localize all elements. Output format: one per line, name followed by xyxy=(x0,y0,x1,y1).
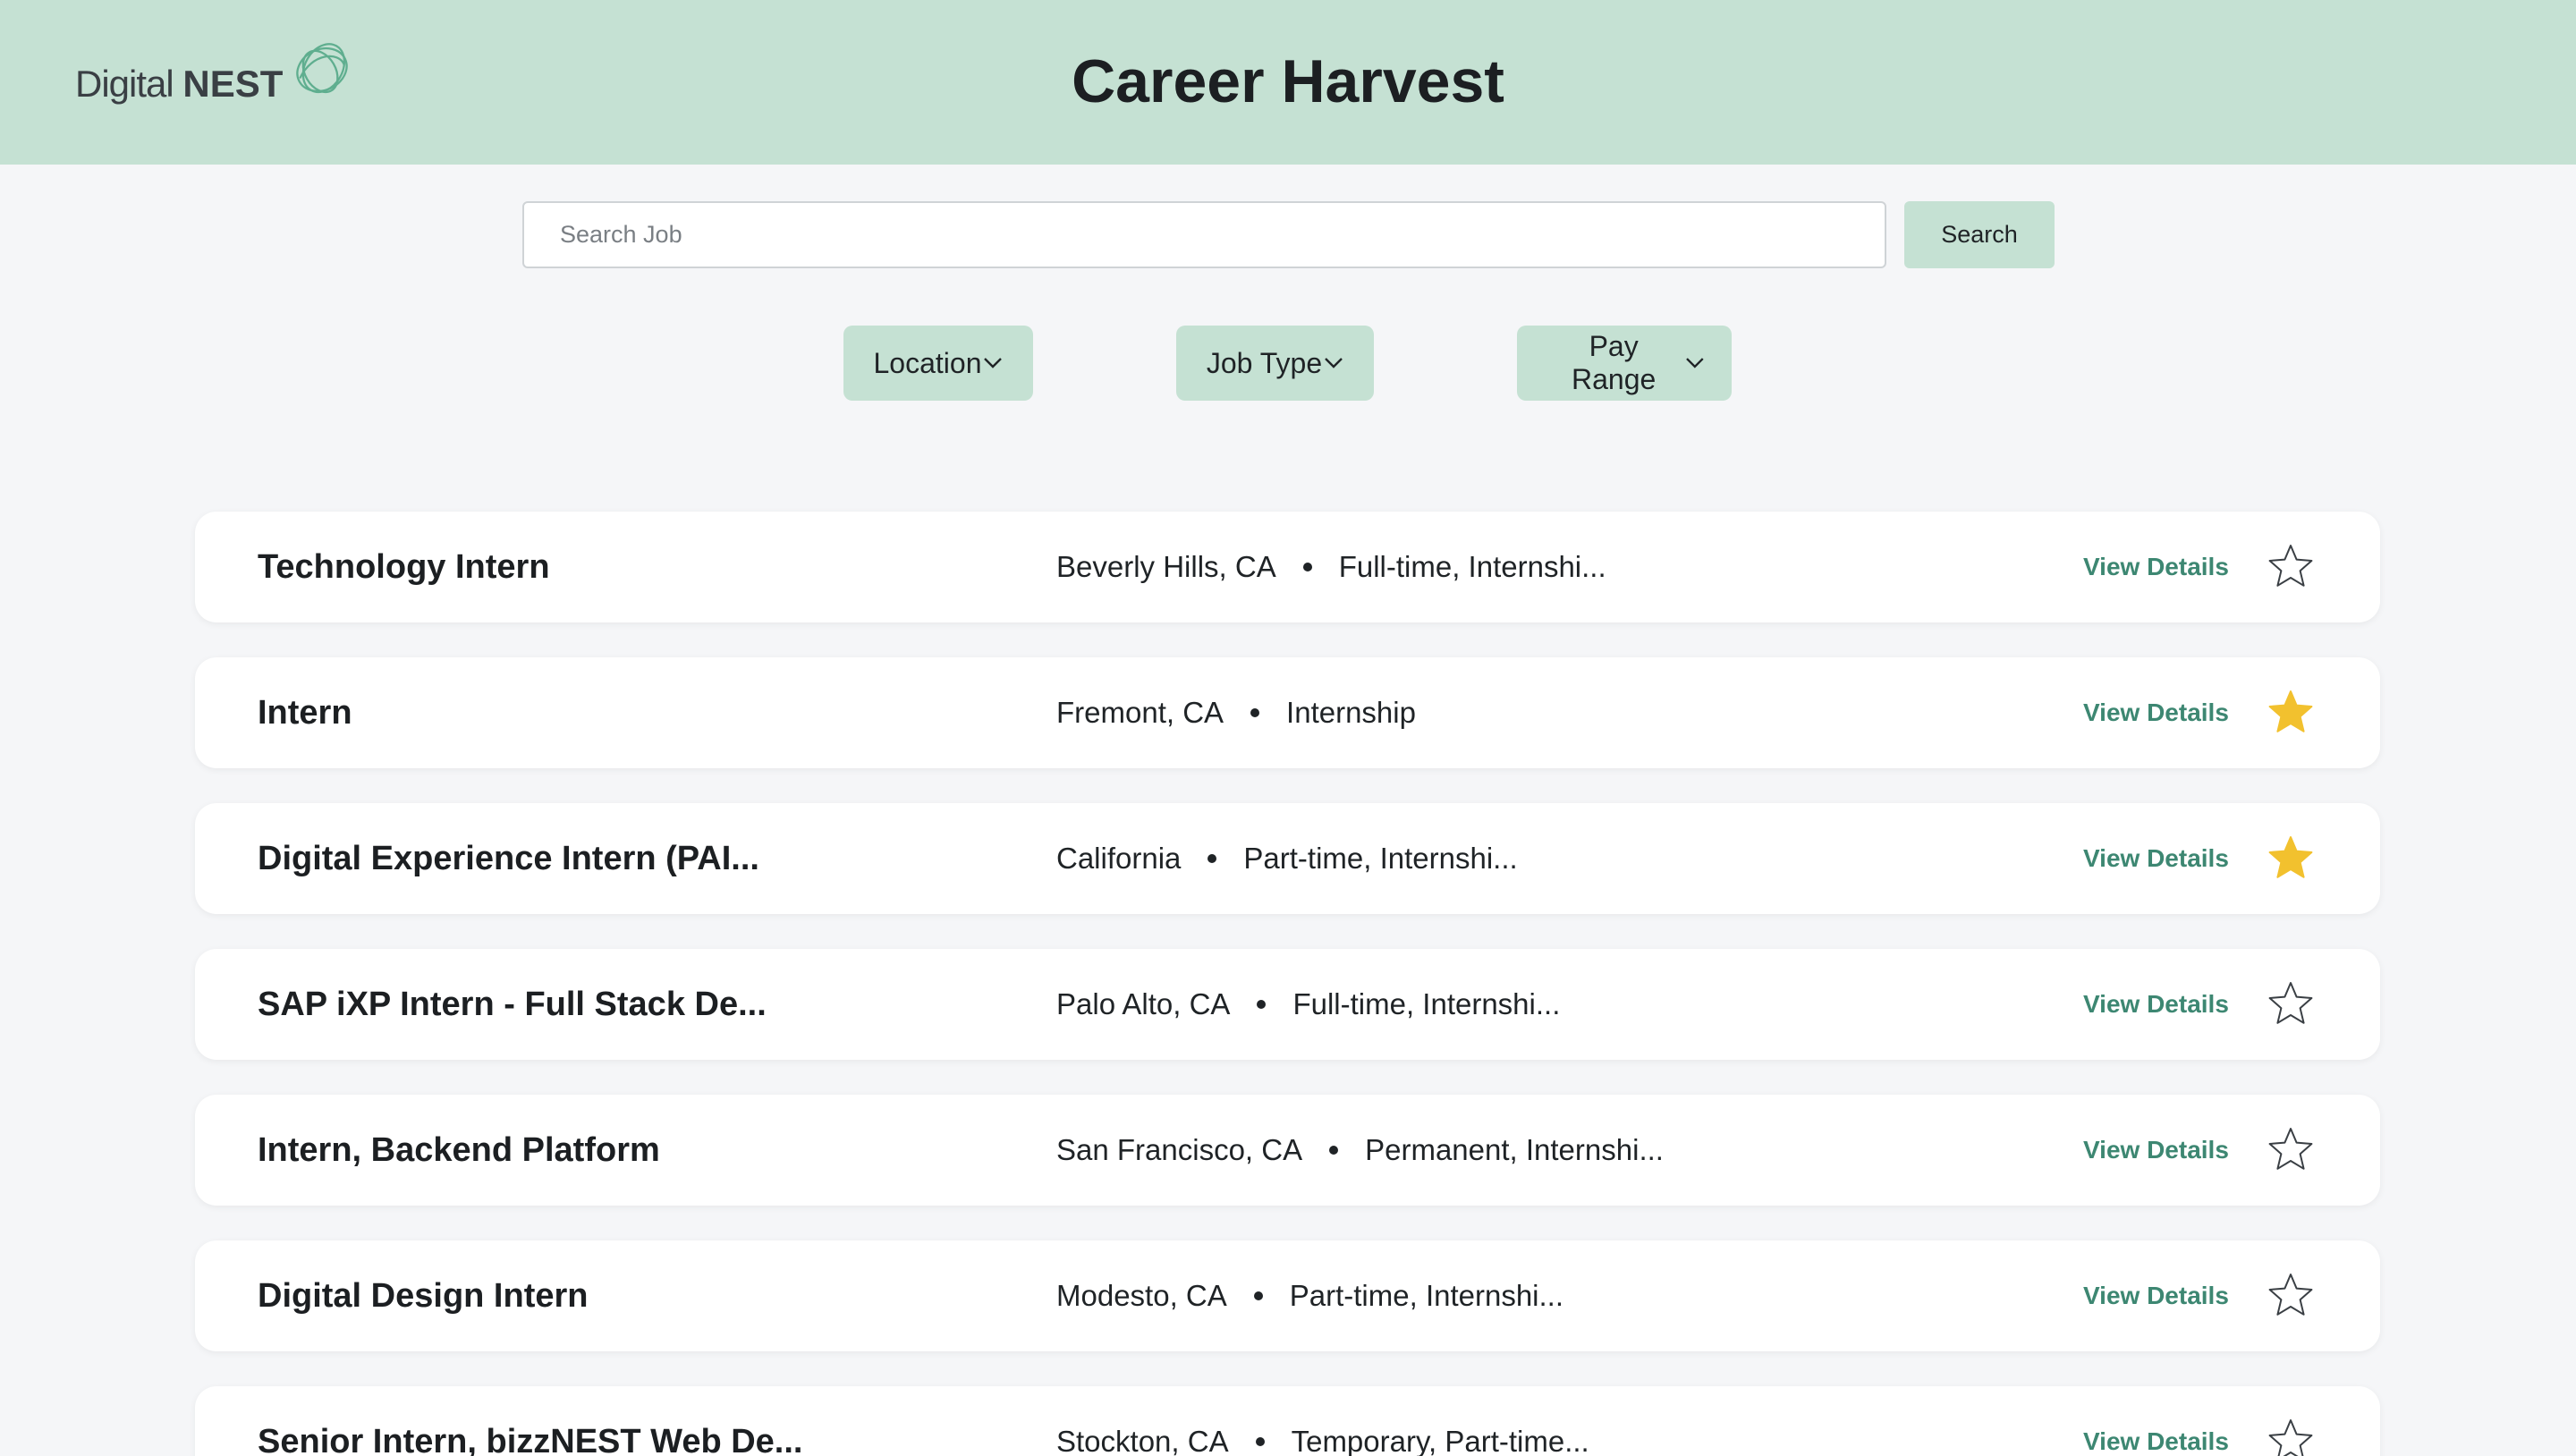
job-meta: Palo Alto, CA Full-time, Internshi... xyxy=(1056,949,1560,1060)
job-location: Fremont, CA xyxy=(1056,696,1224,729)
view-details-link[interactable]: View Details xyxy=(2083,949,2229,1060)
star-icon[interactable] xyxy=(2266,1125,2316,1175)
job-type: Part-time, Internshi... xyxy=(1289,1279,1564,1312)
job-card[interactable]: Digital Experience Intern (PAI... Califo… xyxy=(195,803,2380,914)
separator-dot xyxy=(1302,563,1312,571)
star-icon[interactable] xyxy=(2266,1417,2316,1456)
job-meta: San Francisco, CA Permanent, Internshi..… xyxy=(1056,1095,1664,1206)
job-meta: Modesto, CA Part-time, Internshi... xyxy=(1056,1240,1563,1351)
separator-dot xyxy=(1329,1146,1339,1155)
job-location: California xyxy=(1056,842,1182,875)
separator-dot xyxy=(1250,708,1260,717)
job-type: Permanent, Internshi... xyxy=(1365,1133,1664,1166)
separator-dot xyxy=(1257,1000,1267,1009)
page-title: Career Harvest xyxy=(1072,47,1504,115)
job-card[interactable]: Intern, Backend Platform San Francisco, … xyxy=(195,1095,2380,1206)
filter-label: Location xyxy=(873,346,982,379)
search-input[interactable] xyxy=(522,201,1886,268)
job-location: Stockton, CA xyxy=(1056,1425,1229,1456)
view-details-link[interactable]: View Details xyxy=(2083,512,2229,622)
search-bar: Search xyxy=(522,201,2055,268)
chevron-down-icon xyxy=(1686,358,1704,368)
job-type: Full-time, Internshi... xyxy=(1292,987,1561,1020)
view-details-link[interactable]: View Details xyxy=(2083,803,2229,914)
top-header: Digital NEST Career Harvest xyxy=(0,0,2576,165)
pay-range-filter-button[interactable]: Pay Range xyxy=(1517,326,1732,401)
job-location: Modesto, CA xyxy=(1056,1279,1227,1312)
star-icon[interactable] xyxy=(2266,979,2316,1029)
view-details-link[interactable]: View Details xyxy=(2083,1240,2229,1351)
job-title: Senior Intern, bizzNEST Web De... xyxy=(258,1423,803,1456)
search-button[interactable]: Search xyxy=(1904,201,2055,268)
job-type: Temporary, Part-time... xyxy=(1291,1425,1589,1456)
separator-dot xyxy=(1253,1291,1263,1300)
job-location: Beverly Hills, CA xyxy=(1056,550,1276,583)
separator-dot xyxy=(1255,1437,1265,1446)
star-icon[interactable] xyxy=(2266,542,2316,592)
job-type: Part-time, Internshi... xyxy=(1243,842,1518,875)
job-meta: Beverly Hills, CA Full-time, Internshi..… xyxy=(1056,512,1606,622)
job-card[interactable]: Technology Intern Beverly Hills, CA Full… xyxy=(195,512,2380,622)
job-title: Technology Intern xyxy=(258,548,550,586)
filter-label: Job Type xyxy=(1206,346,1323,379)
job-location: San Francisco, CA xyxy=(1056,1133,1303,1166)
job-location: Palo Alto, CA xyxy=(1056,987,1231,1020)
job-title: Intern, Backend Platform xyxy=(258,1131,660,1169)
job-card[interactable]: SAP iXP Intern - Full Stack De... Palo A… xyxy=(195,949,2380,1060)
job-card[interactable]: Senior Intern, bizzNEST Web De... Stockt… xyxy=(195,1386,2380,1456)
star-icon[interactable] xyxy=(2266,1271,2316,1321)
job-card[interactable]: Intern Fremont, CA Internship View Detai… xyxy=(195,657,2380,768)
view-details-link[interactable]: View Details xyxy=(2083,657,2229,768)
job-meta: Fremont, CA Internship xyxy=(1056,657,1416,768)
star-icon[interactable] xyxy=(2266,834,2316,884)
chevron-down-icon xyxy=(984,358,1003,368)
job-title: SAP iXP Intern - Full Stack De... xyxy=(258,986,767,1023)
chevron-down-icon xyxy=(1325,358,1343,368)
job-meta: California Part-time, Internshi... xyxy=(1056,803,1518,914)
separator-dot xyxy=(1208,854,1217,863)
job-card[interactable]: Digital Design Intern Modesto, CA Part-t… xyxy=(195,1240,2380,1351)
view-details-link[interactable]: View Details xyxy=(2083,1386,2229,1456)
job-type: Internship xyxy=(1286,696,1416,729)
job-title: Digital Design Intern xyxy=(258,1277,589,1315)
location-filter-button[interactable]: Location xyxy=(843,326,1033,401)
job-title: Digital Experience Intern (PAI... xyxy=(258,840,759,877)
job-type: Full-time, Internshi... xyxy=(1338,550,1606,583)
view-details-link[interactable]: View Details xyxy=(2083,1095,2229,1206)
job-title: Intern xyxy=(258,694,352,732)
job-meta: Stockton, CA Temporary, Part-time... xyxy=(1056,1386,1589,1456)
star-icon[interactable] xyxy=(2266,688,2316,738)
filter-label: Pay Range xyxy=(1571,330,1657,395)
job-type-filter-button[interactable]: Job Type xyxy=(1176,326,1374,401)
